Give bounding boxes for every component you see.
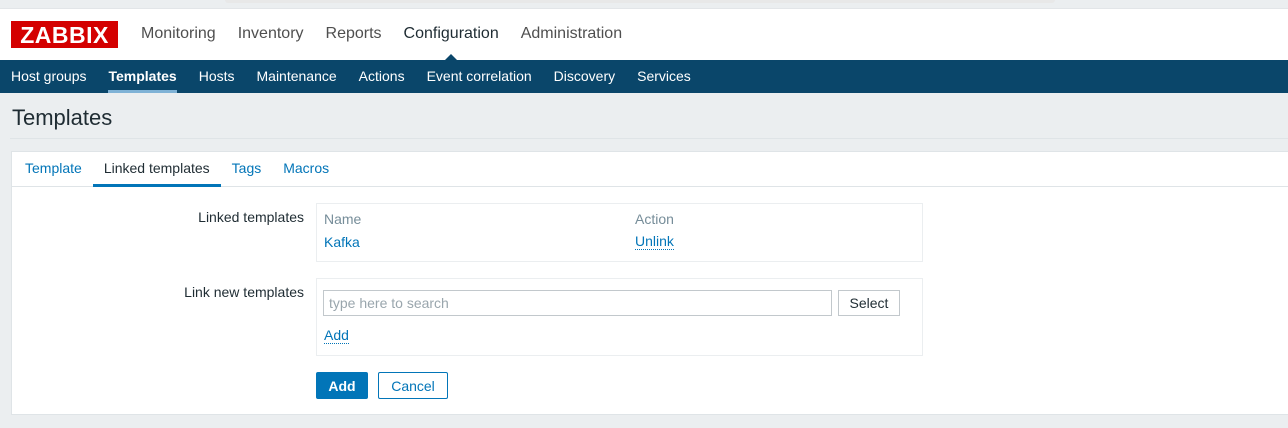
link-new-templates-box: Select Add xyxy=(316,278,923,356)
main-menu: Monitoring Inventory Reports Configurati… xyxy=(130,9,633,62)
main-menu-configuration[interactable]: Configuration xyxy=(393,9,510,62)
form-tabs: Template Linked templates Tags Macros xyxy=(12,152,1288,187)
sub-menu-event-correlation[interactable]: Event correlation xyxy=(416,60,543,93)
sub-menu-templates[interactable]: Templates xyxy=(97,60,187,93)
sub-menu-host-groups[interactable]: Host groups xyxy=(0,60,97,93)
sub-menu-maintenance[interactable]: Maintenance xyxy=(246,60,348,93)
unlink-link[interactable]: Unlink xyxy=(635,234,674,250)
page-title: Templates xyxy=(12,105,113,130)
add-button[interactable]: Add xyxy=(316,372,368,399)
link-new-templates-label: Link new templates xyxy=(184,284,304,300)
linked-templates-table: Name Action Kafka Unlink xyxy=(316,203,923,262)
linked-template-kafka-link[interactable]: Kafka xyxy=(324,234,360,250)
tab-tags[interactable]: Tags xyxy=(221,152,273,186)
column-header-name: Name xyxy=(324,211,362,227)
select-button[interactable]: Select xyxy=(838,290,900,316)
sub-menu: Host groups Templates Hosts Maintenance … xyxy=(0,60,1288,93)
sub-menu-services[interactable]: Services xyxy=(626,60,702,93)
tab-macros[interactable]: Macros xyxy=(272,152,340,186)
main-menu-administration[interactable]: Administration xyxy=(510,9,633,61)
top-header: ZABBIX Monitoring Inventory Reports Conf… xyxy=(0,8,1288,62)
main-menu-reports[interactable]: Reports xyxy=(315,9,393,61)
sub-menu-discovery[interactable]: Discovery xyxy=(543,60,626,93)
sub-menu-hosts[interactable]: Hosts xyxy=(188,60,246,93)
linked-templates-label: Linked templates xyxy=(198,209,304,225)
title-divider xyxy=(10,138,1288,139)
browser-top-edge xyxy=(225,0,1055,3)
main-menu-inventory[interactable]: Inventory xyxy=(227,9,315,61)
cancel-button[interactable]: Cancel xyxy=(378,372,448,399)
main-menu-monitoring[interactable]: Monitoring xyxy=(130,9,227,61)
template-search-input[interactable] xyxy=(323,290,832,316)
add-template-link[interactable]: Add xyxy=(324,328,349,344)
tab-template[interactable]: Template xyxy=(14,152,93,186)
sub-menu-actions[interactable]: Actions xyxy=(348,60,416,93)
zabbix-logo[interactable]: ZABBIX xyxy=(11,21,118,48)
tab-linked-templates[interactable]: Linked templates xyxy=(92,152,221,187)
column-header-action: Action xyxy=(635,211,674,227)
template-form-panel: Template Linked templates Tags Macros Li… xyxy=(11,151,1288,415)
